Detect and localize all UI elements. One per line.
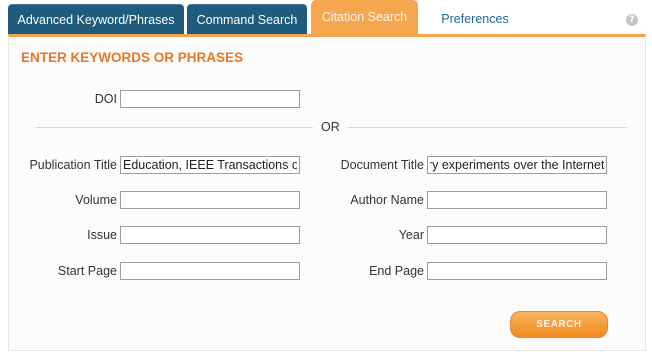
author-name-label: Author Name	[350, 193, 424, 207]
publication-title-field[interactable]	[120, 156, 300, 174]
doi-field[interactable]	[120, 90, 300, 108]
tab-advanced-keyword-phrases[interactable]: Advanced Keyword/Phrases	[8, 4, 184, 34]
tab-preferences[interactable]: Preferences	[430, 4, 520, 34]
search-button[interactable]: SEARCH	[510, 311, 608, 338]
tab-bar: Advanced Keyword/Phrases Command Search …	[0, 0, 652, 34]
tab-citation-search[interactable]: Citation Search	[311, 0, 418, 34]
start-page-field[interactable]	[120, 262, 300, 280]
issue-label: Issue	[87, 228, 117, 242]
doi-label: DOI	[94, 92, 117, 106]
document-title-field[interactable]	[427, 156, 607, 174]
panel-title: ENTER KEYWORDS OR PHRASES	[21, 50, 244, 65]
or-divider-right	[347, 127, 627, 128]
year-field[interactable]	[427, 226, 607, 244]
volume-label: Volume	[75, 193, 117, 207]
publication-title-label: Publication Title	[29, 158, 117, 172]
end-page-field[interactable]	[427, 262, 607, 280]
citation-search-panel: ENTER KEYWORDS OR PHRASES DOI OR Publica…	[8, 34, 646, 351]
or-divider-left	[35, 127, 313, 128]
volume-field[interactable]	[120, 191, 300, 209]
help-icon[interactable]: ?	[626, 14, 638, 26]
year-label: Year	[398, 228, 424, 242]
end-page-label: End Page	[369, 264, 424, 278]
author-name-field[interactable]	[427, 191, 607, 209]
or-separator: OR	[321, 120, 340, 134]
start-page-label: Start Page	[57, 264, 117, 278]
document-title-label: Document Title	[340, 158, 424, 172]
tab-command-search[interactable]: Command Search	[187, 4, 307, 34]
issue-field[interactable]	[120, 226, 300, 244]
